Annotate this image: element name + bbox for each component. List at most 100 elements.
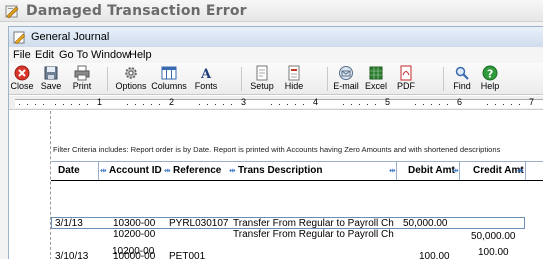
toolbar-separator (107, 67, 108, 91)
printer-icon (74, 65, 90, 81)
hide-label: Hide (284, 81, 304, 91)
ruler-mark-6: 6 (457, 97, 463, 107)
help-button[interactable]: ? Help (477, 64, 503, 94)
email-button[interactable]: E-mail (331, 64, 361, 94)
row-2-account: 10200-00 (113, 229, 156, 240)
search-icon (455, 66, 469, 80)
options-button[interactable]: Options (111, 64, 151, 94)
column-divider[interactable] (396, 162, 397, 180)
column-divider[interactable] (525, 162, 526, 180)
save-button[interactable]: Save (36, 64, 66, 94)
column-headers: Date ⇹ Account ID ⇹ Reference ⇹ Trans De… (51, 161, 543, 181)
column-header-debit-amt[interactable]: Debit Amt (408, 165, 455, 176)
find-label: Find (453, 81, 471, 91)
general-journal-window: General Journal File Edit Go To Window H… (8, 26, 543, 259)
header-top-line (51, 161, 543, 162)
row-3-date: 3/10/13 (55, 251, 89, 259)
excel-icon (369, 66, 383, 80)
header-bottom-line (51, 180, 543, 181)
report-area: Filter Criteria includes: Report order i… (9, 111, 543, 259)
row-1-description: Transfer From Regular to Payroll Ch (233, 218, 394, 229)
column-header-trans-description[interactable]: Trans Description (238, 165, 322, 176)
fonts-label: Fonts (194, 81, 218, 91)
save-label: Save (40, 81, 62, 91)
app-icon (5, 5, 19, 19)
column-header-reference[interactable]: Reference (173, 165, 221, 176)
row-4-account: 10200-00 (112, 246, 155, 257)
row-4-credit: 100.00 (478, 247, 509, 258)
window-title: General Journal (31, 31, 110, 43)
save-icon (44, 66, 58, 80)
resize-arrow-icon[interactable]: ⇹ (452, 166, 459, 175)
gear-icon (125, 67, 137, 79)
excel-button[interactable]: Excel (363, 64, 389, 94)
resize-arrow-icon[interactable]: ⇹ (517, 166, 524, 175)
resize-arrow-icon[interactable]: ⇹ (100, 166, 107, 175)
resize-arrow-icon[interactable]: ⇹ (229, 166, 236, 175)
options-label: Options (115, 81, 147, 91)
page-setup-icon (256, 65, 268, 81)
column-header-account-id[interactable]: Account ID (109, 165, 162, 176)
email-label: E-mail (333, 81, 359, 91)
help-icon: ? (482, 65, 498, 81)
menu-window[interactable]: Window (91, 49, 130, 61)
setup-label: Setup (250, 81, 274, 91)
excel-label: Excel (364, 81, 387, 91)
column-divider[interactable] (459, 162, 460, 180)
close-button[interactable]: Close (9, 64, 35, 94)
setup-button[interactable]: Setup (247, 64, 277, 94)
toolbar-separator (443, 67, 444, 91)
column-divider[interactable] (98, 162, 99, 180)
columns-icon (161, 66, 177, 80)
ruler-mark-4: 4 (313, 97, 319, 107)
menu-goto[interactable]: Go To (59, 49, 88, 61)
ruler-ticks (19, 104, 520, 105)
hide-button[interactable]: Hide (279, 64, 309, 94)
svg-text:A: A (200, 67, 212, 81)
resize-arrow-icon[interactable]: ⇹ (389, 166, 396, 175)
svg-text:?: ? (487, 68, 493, 81)
row-1-debit: 50,000.00 (403, 218, 448, 229)
close-icon (14, 65, 30, 81)
row-1-date: 3/1/13 (55, 218, 83, 229)
print-label: Print (72, 81, 92, 91)
pdf-button[interactable]: PDF (393, 64, 419, 94)
row-3-debit: 100.00 (419, 251, 450, 259)
pdf-icon (400, 65, 412, 81)
menu-file[interactable]: File (13, 49, 31, 61)
fonts-button[interactable]: A Fonts (189, 64, 223, 94)
row-1-reference: PYRL030107 (169, 218, 229, 229)
ruler-mark-5: 5 (385, 97, 391, 107)
journal-icon (13, 31, 26, 44)
ruler-mark-3: 3 (241, 97, 247, 107)
toolbar-separator (241, 67, 242, 91)
row-1-account: 10300-00 (113, 218, 156, 229)
ruler-mark-1: 1 (97, 97, 103, 107)
column-header-date[interactable]: Date (58, 165, 80, 176)
pdf-label: PDF (397, 81, 415, 91)
margin-guide (50, 111, 51, 259)
menu-help[interactable]: Help (129, 49, 152, 61)
email-icon (339, 66, 353, 80)
filter-criteria: Filter Criteria includes: Report order i… (53, 145, 501, 154)
print-button[interactable]: Print (67, 64, 97, 94)
columns-label: Columns (151, 81, 187, 91)
ruler-mark-2: 2 (169, 97, 175, 107)
dialog-titlebar: Damaged Transaction Error (0, 0, 543, 22)
columns-button[interactable]: Columns (149, 64, 189, 94)
dialog-title: Damaged Transaction Error (26, 3, 247, 19)
resize-arrow-icon[interactable]: ⇹ (164, 166, 171, 175)
ruler-mark-7: 7 (529, 97, 535, 107)
toolbar-separator (327, 67, 328, 91)
ruler: 1 2 3 4 5 6 7 (9, 96, 543, 110)
find-button[interactable]: Find (449, 64, 475, 94)
toolbar: Close Save Print Options Columns A Fonts… (9, 63, 543, 95)
help-label: Help (480, 81, 500, 91)
row-2-credit: 50,000.00 (471, 231, 516, 242)
close-label: Close (10, 81, 34, 91)
hide-icon (288, 65, 300, 81)
row-2-description: Transfer From Regular to Payroll Ch (233, 229, 394, 240)
row-3-reference: PET001 (169, 251, 206, 259)
font-icon: A (200, 67, 212, 81)
menu-edit[interactable]: Edit (35, 49, 54, 61)
